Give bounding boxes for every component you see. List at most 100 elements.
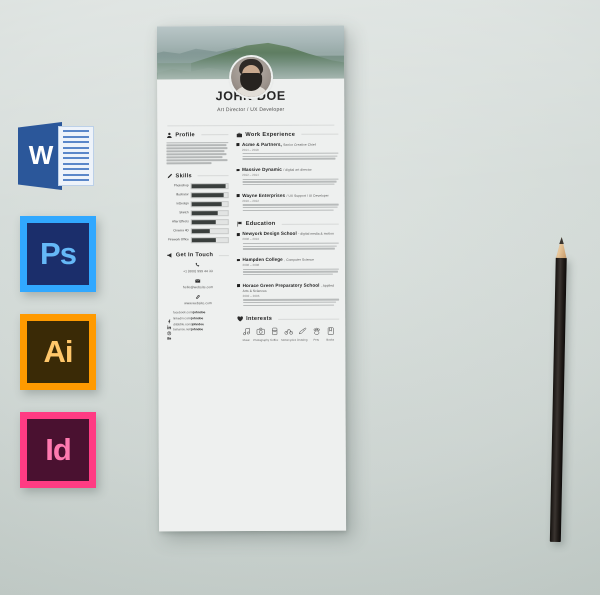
skill-label: Illustrator [175,192,189,197]
work-description [242,178,339,186]
website-url: www.website.com [184,301,212,306]
education-entry: Newyork Design School - digital media & … [236,231,339,251]
skill-bar [190,209,229,217]
profile-title: Profile [175,131,195,138]
illustrator-icon-letters: Ai [43,334,74,369]
education-entry: Hampden College , Computer Science 2006 … [236,257,339,277]
envelope-icon [167,278,229,284]
coffee-cup-icon [267,326,281,337]
skill-bar [190,227,229,235]
social-link-behance[interactable]: behance.net/johndoe [167,328,229,341]
word-app-icon[interactable]: W [18,118,94,194]
dribbble-icon [167,322,172,335]
skill-fill [191,210,218,216]
work-experience-section: Work Experience Acme & Partners, Senior … [236,131,339,212]
work-date: 2010 – 2012 [242,198,259,203]
work-entry: Massive Dynamic / digital art director 2… [236,167,339,187]
education-section: Education Newyork Design School - digita… [236,221,340,307]
social-link-linkedin[interactable]: linkedin.com/johndoe [167,316,229,330]
skill-label: After Effects [171,219,189,224]
pen-nib-icon [295,326,309,337]
entry-bullet [236,194,240,197]
entry-bullet [236,168,240,172]
website-item[interactable]: www.website.com [167,294,229,305]
job-role: Art Director / UX Developer [217,106,285,113]
resume-paper[interactable]: JOHN DOE Art Director / UX Developer Pro… [156,25,347,532]
photoshop-app-icon[interactable]: Ps [20,216,96,292]
interest-item: Motorcycles [281,326,297,342]
education-description [242,242,339,250]
skill-label: Sketch [179,210,189,215]
interest-label: Music [242,337,250,342]
megaphone-icon [167,252,173,258]
social-text: dribbble.com/johndoe [173,321,204,327]
contact-details: +1 (800) 999 44 33 hello@website.com www… [167,262,229,341]
interest-item: Coffee [267,326,281,342]
social-links: facebook.com/johndoe linkedin.com/johndo… [167,310,229,341]
skill-bar [190,200,229,208]
entry-bullet [236,258,240,262]
behance-icon [167,328,172,341]
interest-item: Pets [309,326,323,342]
work-date: 2014 – 2018 [242,147,259,152]
interests-list: Music Photography Coffee Motorcycles Dra… [237,326,339,342]
social-text: linkedin.com/johndoe [173,316,204,321]
skill-fill [191,237,216,243]
interests-heading: Interests [237,316,340,323]
work-entry: Acme & Partners, Senior Creative Chief 2… [236,141,339,161]
education-school: Horace Green Preparatory School , Applie… [242,282,335,293]
skill-bar [190,218,229,226]
entry-bullet [236,233,240,236]
work-description [242,204,339,212]
education-rule [281,223,339,225]
skill-fill [191,183,226,189]
contact-rule [219,254,229,256]
skills-rule [197,175,229,177]
work-title: Work Experience [245,131,296,138]
skill-label: Firework Office [168,237,189,242]
photoshop-icon-letters: Ps [40,236,77,271]
interest-item: Music [239,326,253,342]
contact-heading: Get In Touch [167,252,229,258]
indesign-icon-letters: Id [45,432,72,467]
profile-heading: Profile [166,131,229,138]
social-text: facebook.com/johndoe [173,310,206,315]
skill-bar [190,182,229,190]
education-school: Newyork Design School - digital media & … [242,231,334,237]
phone-item[interactable]: +1 (800) 999 44 33 [167,262,229,273]
bicycle-icon [281,326,295,337]
resume-columns: Profile Skills Photoshop Illustrator InD… [157,125,345,351]
skill-fill [191,228,210,234]
phone-icon [167,262,229,268]
work-entry: Wayne Enterprises / UX Support / UI Deve… [236,192,339,212]
briefcase-icon [236,132,243,138]
contact-title: Get In Touch [175,252,214,259]
resume-body: JOHN DOE Art Director / UX Developer Pro… [157,78,347,532]
interest-label: Motorcycles [281,337,297,342]
email-item[interactable]: hello@website.com [167,278,229,289]
interests-section: Interests Music Photography Coffee Motor… [237,316,340,342]
skill-label: InDesign [176,201,189,206]
education-description [242,268,339,276]
skill-bar [190,191,229,199]
skill-label: Cinema 4D [173,228,189,233]
work-rule [301,133,339,135]
illustrator-app-icon[interactable]: Ai [20,314,96,390]
entry-bullet [236,143,240,146]
skills-section: Skills Photoshop Illustrator InDesign Sk… [167,173,229,244]
social-link-facebook[interactable]: facebook.com/johndoe [167,310,229,324]
social-link-dribbble[interactable]: dribbble.com/johndoe [167,321,229,335]
word-icon-lines [58,126,94,186]
profile-text [166,141,229,165]
interests-title: Interests [246,316,273,323]
indesign-app-icon[interactable]: Id [20,412,96,488]
education-date: 2002 – 2006 [242,293,260,298]
education-entry: Horace Green Preparatory School , Applie… [237,282,340,307]
heart-icon [237,316,243,322]
skill-bar [190,236,229,244]
skill-fill [191,192,224,198]
skill-row: Illustrator [167,191,229,199]
skills-title: Skills [175,173,192,180]
person-icon [166,132,172,138]
work-company: Massive Dynamic / digital art director [242,167,312,173]
